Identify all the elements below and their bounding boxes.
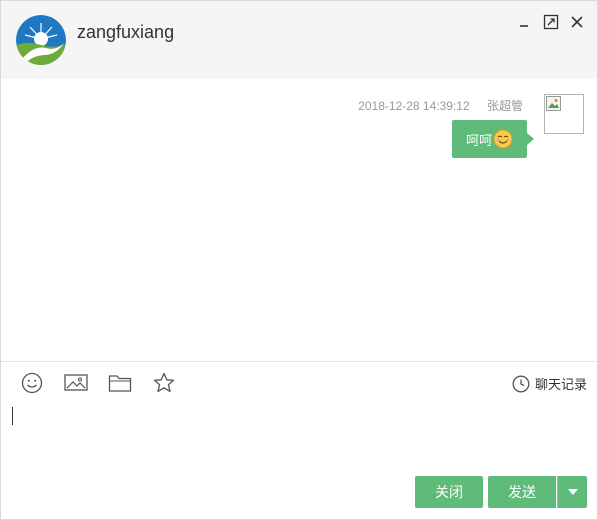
message-bubble[interactable]: 呵呵 [451, 120, 535, 158]
message-text: 呵呵 [465, 132, 492, 148]
close-icon [571, 16, 583, 28]
image-icon [64, 374, 88, 391]
minimize-icon [520, 25, 528, 27]
chat-window: zangfuxiang 2018-12-28 14:39:12 张超管 呵呵 聊… [0, 0, 598, 520]
text-cursor [12, 407, 13, 425]
folder-icon [108, 375, 132, 392]
smiling-face-emoji [493, 129, 513, 149]
close-button[interactable]: 关闭 [415, 476, 483, 508]
image-button[interactable] [64, 371, 88, 395]
file-button[interactable] [108, 371, 132, 395]
clock-icon [512, 375, 530, 392]
message-input[interactable] [1, 403, 597, 469]
chat-history-label: 聊天记录 [534, 377, 587, 392]
contact-avatar[interactable] [16, 15, 66, 65]
favorite-button[interactable] [152, 371, 176, 395]
input-toolbar: 聊天记录 [1, 361, 597, 404]
caret-down-icon [567, 489, 578, 495]
message-sender: 张超管 [486, 99, 523, 113]
close-window-button[interactable] [568, 13, 586, 31]
emoji-icon [21, 372, 43, 394]
emoji-button[interactable] [20, 371, 44, 395]
message-list[interactable]: 2018-12-28 14:39:12 张超管 呵呵 [1, 79, 597, 361]
sender-avatar[interactable] [544, 94, 584, 134]
maximize-button[interactable] [542, 13, 560, 31]
send-button[interactable]: 发送 [488, 476, 556, 508]
broken-image-icon [546, 96, 561, 111]
message-meta: 2018-12-28 14:39:12 张超管 [358, 97, 523, 114]
contact-name: zangfuxiang [77, 22, 175, 42]
message-time: 2018-12-28 14:39:12 [358, 99, 470, 113]
send-options-button[interactable] [557, 476, 587, 508]
chat-header: zangfuxiang [1, 1, 597, 79]
star-icon [153, 372, 175, 393]
maximize-icon [543, 14, 559, 30]
chat-history-button[interactable]: 聊天记录 [512, 374, 587, 393]
minimize-button[interactable] [515, 13, 533, 31]
